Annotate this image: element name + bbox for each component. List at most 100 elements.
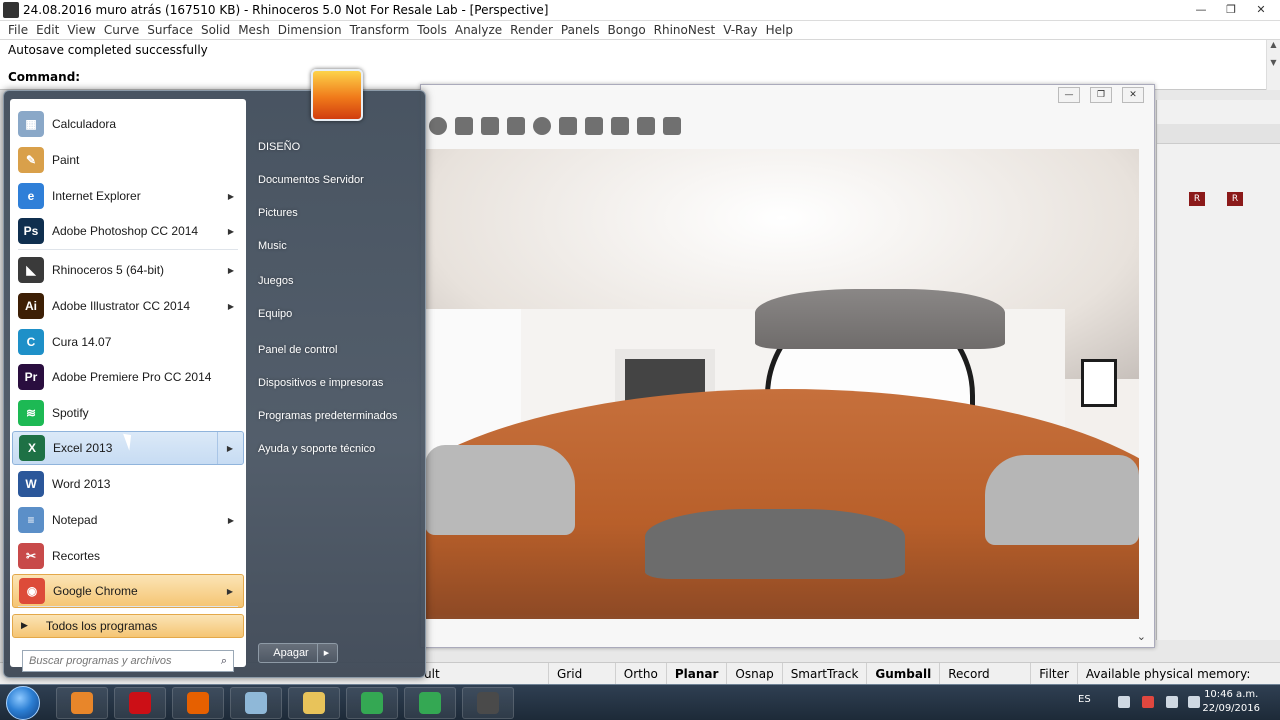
status-gumball[interactable]: Gumball [866, 663, 939, 685]
start-item-internet-explorer[interactable]: e Internet Explorer ▶ [12, 179, 244, 213]
render-icon[interactable]: R [1189, 192, 1205, 206]
submenu-arrow-icon[interactable]: ▶ [228, 302, 234, 311]
menu-tools[interactable]: Tools [413, 23, 451, 37]
taskbar-app-opera[interactable] [114, 687, 166, 719]
history-icon[interactable] [585, 117, 603, 135]
menu-render[interactable]: Render [506, 23, 557, 37]
start-item-word-2013[interactable]: W Word 2013 [12, 467, 244, 501]
start-link-dise-o[interactable]: DISEÑO [258, 141, 300, 153]
taskbar-app-firefox[interactable] [172, 687, 224, 719]
volume-icon[interactable] [1166, 696, 1178, 708]
menu-analyze[interactable]: Analyze [451, 23, 506, 37]
menu-transform[interactable]: Transform [346, 23, 414, 37]
command-prompt[interactable]: Command: [8, 70, 80, 84]
menu-dimension[interactable]: Dimension [274, 23, 346, 37]
region-icon[interactable] [559, 117, 577, 135]
menu-surface[interactable]: Surface [143, 23, 197, 37]
start-button[interactable] [6, 686, 40, 720]
copy-icon[interactable] [481, 117, 499, 135]
start-link-dispositivos-e-impresoras[interactable]: Dispositivos e impresoras [258, 377, 383, 389]
menu-rhinonest[interactable]: RhinoNest [650, 23, 720, 37]
network-icon[interactable] [1188, 696, 1200, 708]
perspective-viewport[interactable]: — ❐ ✕ ⌄ [420, 84, 1155, 648]
status-available-physical-memory-3423-mb[interactable]: Available physical memory: 3423 MB [1076, 663, 1280, 703]
submenu-arrow-icon[interactable]: ▶ [228, 266, 234, 275]
command-scrollbar[interactable]: ▲ ▼ [1266, 40, 1280, 90]
viewport-minimize-button[interactable]: — [1058, 87, 1080, 103]
all-programs-button[interactable]: ▶ Todos los programas [12, 614, 244, 638]
status-grid-snap[interactable]: Grid Snap [548, 663, 615, 703]
menu-bongo[interactable]: Bongo [604, 23, 650, 37]
menu-curve[interactable]: Curve [100, 23, 143, 37]
submenu-arrow-icon[interactable]: ▶ [228, 192, 234, 201]
stop-icon[interactable] [533, 117, 551, 135]
render-icon[interactable] [429, 117, 447, 135]
language-indicator[interactable]: ES [1078, 694, 1091, 705]
security-icon[interactable] [1142, 696, 1154, 708]
submenu-arrow-icon[interactable]: ▶ [227, 587, 233, 596]
menu-solid[interactable]: Solid [197, 23, 234, 37]
shutdown-options-arrow-icon[interactable]: ▶ [317, 644, 335, 662]
start-link-equipo[interactable]: Equipo [258, 308, 292, 320]
start-item-calculadora[interactable]: ▦ Calculadora [12, 107, 244, 141]
menu-panels[interactable]: Panels [557, 23, 604, 37]
panel-tab[interactable] [1157, 124, 1280, 144]
submenu-arrow-icon[interactable]: ▶ [228, 227, 234, 236]
status-record-history[interactable]: Record History [939, 663, 1030, 703]
status-filter[interactable]: Filter [1030, 663, 1077, 685]
status-smarttrack[interactable]: SmartTrack [781, 663, 867, 685]
menu-file[interactable]: File [4, 23, 32, 37]
taskbar-app-file-explorer[interactable] [288, 687, 340, 719]
start-link-music[interactable]: Music [258, 240, 287, 252]
search-icon[interactable]: ⌕ [221, 654, 227, 668]
taskbar-app-media-player[interactable] [56, 687, 108, 719]
start-item-adobe-photoshop-cc-2014[interactable]: Ps Adobe Photoshop CC 2014 ▶ [12, 214, 244, 248]
search-input[interactable] [29, 655, 209, 667]
start-item-adobe-illustrator-cc-2014[interactable]: Ai Adobe Illustrator CC 2014 ▶ [12, 289, 244, 323]
start-link-documentos-servidor[interactable]: Documentos Servidor [258, 174, 364, 186]
menu-mesh[interactable]: Mesh [234, 23, 274, 37]
submenu-arrow-icon[interactable]: ▶ [227, 444, 233, 453]
status-osnap[interactable]: Osnap [726, 663, 781, 685]
user-picture[interactable] [311, 69, 363, 121]
maximize-button[interactable]: ❐ [1218, 1, 1244, 18]
submenu-arrow-icon[interactable]: ▶ [228, 516, 234, 525]
start-item-cura-14-07[interactable]: C Cura 14.07 [12, 325, 244, 359]
minimize-button[interactable]: — [1188, 1, 1214, 18]
start-link-panel-de-control[interactable]: Panel de control [258, 344, 338, 356]
start-item-recortes[interactable]: ✂ Recortes [12, 539, 244, 573]
rendered-panorama[interactable] [425, 149, 1139, 619]
shutdown-button[interactable]: Apagar ▶ [258, 643, 338, 663]
menu-view[interactable]: View [63, 23, 99, 37]
taskbar-app-rhino[interactable] [462, 687, 514, 719]
status-planar[interactable]: Planar [665, 663, 727, 685]
start-item-paint[interactable]: ✎ Paint [12, 143, 244, 177]
render-icon[interactable]: R [1227, 192, 1243, 206]
menu-edit[interactable]: Edit [32, 23, 63, 37]
start-link-juegos[interactable]: Juegos [258, 275, 293, 287]
start-link-pictures[interactable]: Pictures [258, 207, 298, 219]
channel-icon[interactable] [637, 117, 655, 135]
show-hidden-icons-icon[interactable] [1118, 696, 1130, 708]
viewport-close-button[interactable]: ✕ [1122, 87, 1144, 103]
save-icon[interactable] [455, 117, 473, 135]
close-button[interactable]: ✕ [1248, 1, 1274, 18]
clock[interactable]: 10:46 a.m. 22/09/2016 [1202, 688, 1260, 716]
status-ortho[interactable]: Ortho [614, 663, 666, 685]
start-item-adobe-premiere-pro-cc-2014[interactable]: Pr Adobe Premiere Pro CC 2014 [12, 360, 244, 394]
taskbar-app-network[interactable] [230, 687, 282, 719]
menu-v-ray[interactable]: V-Ray [719, 23, 761, 37]
folder-icon[interactable] [507, 117, 525, 135]
menu-help[interactable]: Help [762, 23, 797, 37]
chevron-down-icon[interactable]: ⌄ [1137, 630, 1146, 643]
taskbar-app-cura[interactable] [404, 687, 456, 719]
viewport-maximize-button[interactable]: ❐ [1090, 87, 1112, 103]
start-link-ayuda-y-soporte-t-cnico[interactable]: Ayuda y soporte técnico [258, 443, 375, 455]
taskbar-app-cura[interactable] [346, 687, 398, 719]
start-item-spotify[interactable]: ≋ Spotify [12, 396, 244, 430]
start-item-rhinoceros-5-64-bit[interactable]: ◣ Rhinoceros 5 (64-bit) ▶ [12, 253, 244, 287]
start-item-notepad[interactable]: ≡ Notepad ▶ [12, 503, 244, 537]
start-link-programas-predeterminados[interactable]: Programas predeterminados [258, 410, 397, 422]
compare-icon[interactable] [611, 117, 629, 135]
lens-icon[interactable] [663, 117, 681, 135]
